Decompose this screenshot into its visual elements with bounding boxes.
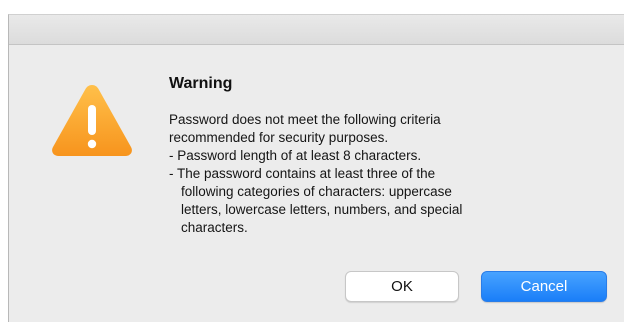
dialog-titlebar[interactable] — [9, 15, 624, 45]
message-line: recommended for security purposes. — [169, 130, 389, 145]
message-line: - The password contains at least three o… — [169, 166, 436, 181]
message-line: Password does not meet the following cri… — [169, 112, 441, 127]
dialog-title: Warning — [169, 75, 233, 92]
message-line: characters. — [181, 220, 248, 235]
ok-button[interactable]: OK — [345, 271, 459, 302]
screen: Warning Password does not meet the follo… — [0, 0, 624, 322]
message-line: - Password length of at least 8 characte… — [169, 148, 422, 163]
warning-dialog: Warning Password does not meet the follo… — [8, 14, 624, 322]
cancel-button[interactable]: Cancel — [481, 271, 607, 302]
message-line: letters, lowercase letters, numbers, and… — [181, 202, 463, 217]
warning-message: Password does not meet the following cri… — [169, 111, 589, 237]
warning-icon — [49, 81, 135, 159]
message-line: following categories of characters: uppe… — [181, 184, 452, 199]
